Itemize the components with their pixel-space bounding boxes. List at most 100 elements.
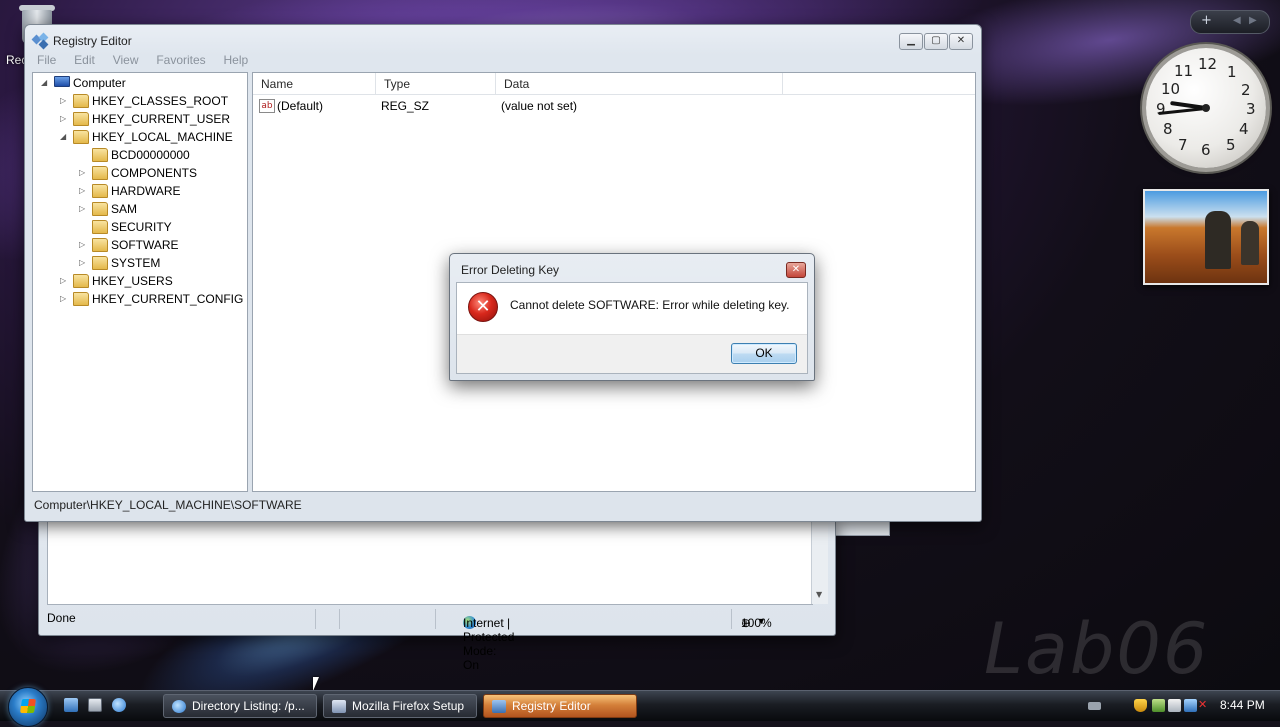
menu-favorites[interactable]: Favorites: [156, 53, 205, 67]
menu-view[interactable]: View: [113, 53, 139, 67]
menu-edit[interactable]: Edit: [74, 53, 95, 67]
expand-icon[interactable]: ▷: [79, 240, 89, 249]
switch-windows-icon[interactable]: [88, 698, 102, 712]
scroll-down-icon[interactable]: ▼: [816, 590, 822, 599]
expand-icon[interactable]: ▷: [60, 294, 70, 303]
slideshow-gadget[interactable]: [1143, 189, 1269, 285]
column-filler: [783, 73, 975, 95]
folder-icon: [92, 148, 108, 162]
dialog-title: Error Deleting Key: [461, 263, 560, 277]
sidebar-controls[interactable]: + ◀ ▶: [1190, 10, 1270, 34]
ie-icon[interactable]: [112, 698, 126, 712]
folder-icon: [92, 202, 108, 216]
browser-scrollbar[interactable]: ▼: [811, 520, 828, 604]
browser-statusbar: Done Internet | Protected Mode: On ⊕ 100…: [39, 606, 835, 672]
browser-window[interactable]: ▼ Done Internet | Protected Mode: On ⊕ 1…: [38, 520, 836, 672]
zone-text: Internet | Protected Mode: On: [463, 616, 515, 672]
zoom-dropdown-icon[interactable]: ▼: [757, 616, 766, 626]
taskbar-item-registry-editor[interactable]: Registry Editor: [483, 694, 637, 718]
tree-node-label: SYSTEM: [111, 256, 161, 270]
column-type[interactable]: Type: [376, 73, 496, 95]
clock-number: 3: [1246, 100, 1256, 118]
folder-icon: [92, 220, 108, 234]
keyboard-icon[interactable]: [1088, 702, 1101, 710]
column-name[interactable]: Name: [253, 73, 376, 95]
clock-number: 8: [1163, 120, 1173, 138]
task-label: Registry Editor: [512, 699, 591, 713]
expand-icon[interactable]: ▷: [60, 114, 70, 123]
expand-icon[interactable]: ▷: [79, 258, 89, 267]
tree-node-label: SECURITY: [111, 220, 172, 234]
title-bar[interactable]: Registry Editor ▁ ▢ ✕: [25, 25, 981, 55]
ie-quicklaunch-icon[interactable]: [64, 698, 78, 712]
status-bar: Computer\HKEY_LOCAL_MACHINE\SOFTWARE: [32, 496, 974, 514]
taskbar-item-directory-listing[interactable]: Directory Listing: /p...: [163, 694, 317, 718]
collapse-icon[interactable]: ◢: [41, 78, 51, 87]
minimize-button[interactable]: ▁: [899, 33, 923, 50]
clock-number: 10: [1161, 80, 1181, 98]
expand-icon[interactable]: ▷: [60, 96, 70, 105]
value-row[interactable]: ab (Default) REG_SZ (value not set): [253, 99, 973, 117]
regedit-icon: [31, 32, 49, 50]
status-path: Computer\HKEY_LOCAL_MACHINE\SOFTWARE: [34, 498, 302, 512]
ok-button[interactable]: OK: [731, 343, 797, 364]
maximize-button[interactable]: ▢: [924, 33, 948, 50]
error-dialog[interactable]: Error Deleting Key ✕ ✕ Cannot delete SOF…: [449, 253, 815, 381]
task-label: Mozilla Firefox Setup: [352, 699, 465, 713]
tree-node-label: HKEY_USERS: [92, 274, 173, 288]
tree-node-label: COMPONENTS: [111, 166, 198, 180]
menu-help[interactable]: Help: [224, 53, 249, 67]
computer-icon: [54, 76, 70, 87]
clock-number: 6: [1201, 141, 1211, 159]
tree-node-label: BCD00000000: [111, 148, 190, 162]
expand-icon[interactable]: ▷: [79, 168, 89, 177]
regedit-icon: [492, 700, 506, 713]
expand-icon[interactable]: ▷: [79, 186, 89, 195]
taskbar-clock[interactable]: 8:44 PM: [1220, 698, 1265, 712]
value-name: (Default): [277, 99, 324, 113]
tree-node-label: SOFTWARE: [111, 238, 179, 252]
close-button[interactable]: ✕: [949, 33, 973, 50]
dialog-body: ✕ Cannot delete SOFTWARE: Error while de…: [456, 282, 808, 374]
key-tree[interactable]: ◢ Computer ▷ HKEY_CLASSES_ROOT ▷ HKEY_CURRENT…: [32, 72, 248, 492]
column-data[interactable]: Data: [496, 73, 783, 95]
folder-icon: [73, 130, 89, 144]
tree-node-label: HKEY_CLASSES_ROOT: [92, 94, 229, 108]
desktop-background: Rec Lab06 + ◀ ▶ 12 1 2 3 4 5 6 7 8 9 10 …: [0, 0, 1280, 690]
tree-node-label: HKEY_CURRENT_USER: [92, 112, 231, 126]
collapse-icon[interactable]: ◢: [60, 132, 70, 141]
add-gadget-icon[interactable]: +: [1201, 13, 1212, 28]
folder-icon: [73, 274, 89, 288]
browser-content[interactable]: [47, 520, 813, 605]
clock-gadget[interactable]: 12 1 2 3 4 5 6 7 8 9 10 11: [1146, 48, 1266, 168]
expand-icon[interactable]: ▷: [60, 276, 70, 285]
tree-node-label: HKEY_LOCAL_MACHINE: [92, 130, 233, 144]
volume-muted-icon[interactable]: ✕: [1198, 698, 1211, 711]
menu-bar: File Edit View Favorites Help: [31, 53, 256, 71]
clock-number: 12: [1198, 55, 1218, 73]
clock-number: 11: [1174, 62, 1194, 80]
network-icon[interactable]: [1184, 699, 1197, 712]
expand-icon[interactable]: ▷: [79, 204, 89, 213]
shield-icon[interactable]: [1134, 699, 1147, 712]
dialog-close-button[interactable]: ✕: [786, 262, 806, 278]
tree-node-label: HARDWARE: [111, 184, 181, 198]
tree-node-label: HKEY_CURRENT_CONFIG: [92, 292, 244, 306]
error-icon: ✕: [468, 292, 498, 322]
folder-icon: [73, 94, 89, 108]
next-icon[interactable]: ▶: [1249, 15, 1257, 26]
windows-logo-icon: [20, 699, 36, 713]
prev-icon[interactable]: ◀: [1233, 15, 1241, 26]
value-type: REG_SZ: [381, 99, 430, 113]
taskbar-item-firefox-setup[interactable]: Mozilla Firefox Setup: [323, 694, 477, 718]
tree-node-label: Computer: [73, 76, 126, 90]
browser-status-text: Done: [47, 611, 76, 625]
start-button[interactable]: [8, 687, 48, 727]
dialog-footer: OK: [457, 334, 807, 373]
device-icon[interactable]: [1168, 699, 1181, 712]
menu-file[interactable]: File: [37, 53, 56, 67]
update-icon[interactable]: [1152, 699, 1165, 712]
folder-icon: [92, 166, 108, 180]
taskbar: Directory Listing: /p... Mozilla Firefox…: [0, 687, 1280, 727]
folder-icon: [92, 256, 108, 270]
